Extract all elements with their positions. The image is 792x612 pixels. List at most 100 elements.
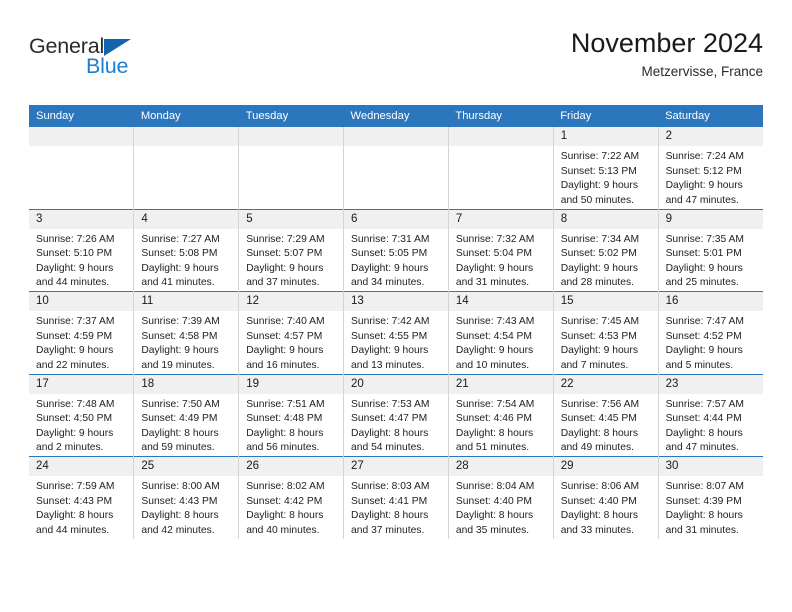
day-number: 18 — [134, 374, 239, 394]
day-number — [134, 127, 239, 146]
brand-logo[interactable]: General Blue — [29, 35, 249, 94]
calendar-day-cell[interactable]: 12 Sunrise: 7:40 AM Sunset: 4:57 PM Dayligh… — [238, 291, 344, 374]
calendar-day-cell[interactable]: 13 Sunrise: 7:42 AM Sunset: 4:55 PM Dayligh… — [343, 291, 449, 374]
calendar-day-cell-empty — [238, 127, 344, 209]
sunset-time: Sunset: 5:10 PM — [36, 248, 113, 260]
calendar-day-cell[interactable]: 3 Sunrise: 7:26 AM Sunset: 5:10 PM Daylight… — [29, 208, 134, 292]
calendar-day-cell[interactable]: 26 Sunrise: 8:02 AM Sunset: 4:42 PM Dayligh… — [238, 456, 344, 539]
daylight-duration-line1: Daylight: 9 hours — [141, 345, 219, 357]
sunset-time: Sunset: 4:52 PM — [665, 330, 742, 342]
calendar-day-cell[interactable]: 27 Sunrise: 8:03 AM Sunset: 4:41 PM Dayligh… — [343, 456, 449, 539]
daylight-duration-line2: and 31 minutes. — [665, 524, 739, 536]
day-number: 10 — [29, 292, 134, 312]
daylight-duration-line1: Daylight: 8 hours — [141, 510, 219, 522]
sunset-time: Sunset: 4:43 PM — [36, 495, 113, 507]
calendar-day-cell[interactable]: 18 Sunrise: 7:50 AM Sunset: 4:49 PM Dayligh… — [133, 373, 239, 457]
calendar-day-cell[interactable]: 9 Sunrise: 7:35 AM Sunset: 5:01 PM Daylight… — [657, 208, 763, 292]
weekday-header-sunday: Sunday — [29, 105, 134, 127]
calendar-day-cell[interactable]: 1 Sunrise: 7:22 AM Sunset: 5:13 PM Daylight… — [552, 127, 659, 209]
calendar-day-cell-empty — [29, 127, 134, 209]
weekday-header-tuesday: Tuesday — [238, 105, 344, 127]
day-number: 13 — [344, 292, 448, 312]
sunrise-time: Sunrise: 7:39 AM — [141, 316, 220, 328]
daylight-duration-line2: and 35 minutes. — [455, 524, 530, 536]
calendar-day-cell[interactable]: 5 Sunrise: 7:29 AM Sunset: 5:07 PM Daylight… — [238, 208, 344, 292]
day-number: 25 — [134, 457, 239, 477]
sunset-time: Sunset: 5:02 PM — [560, 248, 637, 260]
day-details: Sunrise: 7:56 AM Sunset: 4:45 PM Daylight:… — [554, 394, 658, 456]
page-header: General Blue November 2024 Metzervisse, … — [29, 28, 763, 100]
day-details: Sunrise: 7:27 AM Sunset: 5:08 PM Daylight:… — [134, 229, 238, 291]
daylight-duration-line1: Daylight: 8 hours — [351, 510, 429, 522]
day-details: Sunrise: 7:43 AM Sunset: 4:54 PM Daylight:… — [449, 311, 553, 373]
calendar-day-cell[interactable]: 19 Sunrise: 7:51 AM Sunset: 4:48 PM Dayligh… — [238, 373, 344, 457]
calendar-day-cell[interactable]: 21 Sunrise: 7:54 AM Sunset: 4:46 PM Dayligh… — [447, 373, 554, 457]
day-details: Sunrise: 7:47 AM Sunset: 4:52 PM Daylight:… — [659, 311, 763, 373]
calendar-day-cell[interactable]: 28 Sunrise: 8:04 AM Sunset: 4:40 PM Dayligh… — [447, 456, 554, 539]
page-subtitle: Metzervisse, France — [641, 64, 763, 80]
sunset-time: Sunset: 4:42 PM — [246, 495, 323, 507]
day-details: Sunrise: 8:07 AM Sunset: 4:39 PM Daylight:… — [659, 476, 763, 538]
sunrise-time: Sunrise: 7:51 AM — [246, 398, 325, 410]
day-number: 20 — [344, 374, 448, 394]
daylight-duration-line2: and 34 minutes. — [351, 277, 425, 289]
sunrise-time: Sunrise: 7:42 AM — [351, 316, 430, 328]
page-title: November 2024 — [570, 28, 763, 58]
calendar-day-cell[interactable]: 29 Sunrise: 8:06 AM Sunset: 4:40 PM Dayligh… — [552, 456, 659, 539]
day-details: Sunrise: 7:40 AM Sunset: 4:57 PM Daylight:… — [239, 311, 343, 373]
sunset-time: Sunset: 4:43 PM — [141, 495, 218, 507]
sunrise-time: Sunrise: 7:43 AM — [455, 316, 535, 328]
day-number: 26 — [239, 457, 344, 477]
sunrise-time: Sunrise: 7:50 AM — [141, 398, 220, 410]
sunrise-time: Sunrise: 7:37 AM — [36, 316, 115, 328]
sunset-time: Sunset: 4:46 PM — [455, 413, 533, 425]
calendar-day-cell-empty — [133, 127, 239, 209]
calendar-day-cell[interactable]: 14 Sunrise: 7:43 AM Sunset: 4:54 PM Dayligh… — [447, 291, 554, 374]
day-number: 8 — [553, 209, 658, 229]
weekday-header-thursday: Thursday — [448, 105, 554, 127]
day-number — [239, 127, 344, 146]
day-number: 23 — [658, 374, 763, 394]
calendar-day-cell[interactable]: 20 Sunrise: 7:53 AM Sunset: 4:47 PM Dayligh… — [343, 373, 449, 457]
day-number: 12 — [239, 292, 344, 312]
daylight-duration-line2: and 28 minutes. — [560, 277, 634, 289]
sunset-time: Sunset: 4:39 PM — [665, 495, 742, 507]
day-details: Sunrise: 7:42 AM Sunset: 4:55 PM Daylight:… — [344, 311, 448, 373]
daylight-duration-line1: Daylight: 8 hours — [665, 510, 743, 522]
day-details: Sunrise: 7:53 AM Sunset: 4:47 PM Daylight:… — [344, 394, 448, 456]
sunrise-time: Sunrise: 7:56 AM — [560, 398, 640, 410]
day-number: 21 — [448, 374, 553, 394]
sunrise-time: Sunrise: 7:40 AM — [246, 316, 325, 328]
daylight-duration-line1: Daylight: 8 hours — [560, 427, 638, 439]
daylight-duration-line1: Daylight: 9 hours — [351, 345, 429, 357]
calendar-day-cell[interactable]: 24 Sunrise: 7:59 AM Sunset: 4:43 PM Dayligh… — [29, 456, 134, 539]
calendar-page: General Blue November 2024 Metzervisse, … — [0, 0, 792, 612]
calendar-day-cell[interactable]: 7 Sunrise: 7:32 AM Sunset: 5:04 PM Daylight… — [447, 208, 554, 292]
calendar-day-cell[interactable]: 22 Sunrise: 7:56 AM Sunset: 4:45 PM Dayligh… — [552, 373, 659, 457]
calendar-day-cell[interactable]: 6 Sunrise: 7:31 AM Sunset: 5:05 PM Daylight… — [343, 208, 449, 292]
calendar-day-cell[interactable]: 25 Sunrise: 8:00 AM Sunset: 4:43 PM Dayligh… — [133, 456, 239, 539]
calendar-day-cell[interactable]: 15 Sunrise: 7:45 AM Sunset: 4:53 PM Dayligh… — [552, 291, 659, 374]
calendar-day-cell[interactable]: 11 Sunrise: 7:39 AM Sunset: 4:58 PM Dayligh… — [133, 291, 239, 374]
calendar-week-row: 10 Sunrise: 7:37 AM Sunset: 4:59 PM Dayligh… — [29, 291, 763, 374]
daylight-duration-line2: and 56 minutes. — [246, 442, 320, 454]
daylight-duration-line2: and 44 minutes. — [36, 524, 110, 536]
daylight-duration-line1: Daylight: 8 hours — [560, 510, 638, 522]
calendar-day-cell[interactable]: 4 Sunrise: 7:27 AM Sunset: 5:08 PM Daylight… — [133, 208, 239, 292]
daylight-duration-line1: Daylight: 9 hours — [36, 427, 114, 439]
sunset-time: Sunset: 4:40 PM — [560, 495, 637, 507]
day-details: Sunrise: 7:26 AM Sunset: 5:10 PM Daylight:… — [29, 229, 133, 291]
calendar-day-cell[interactable]: 30 Sunrise: 8:07 AM Sunset: 4:39 PM Dayligh… — [657, 456, 763, 539]
calendar-day-cell[interactable]: 23 Sunrise: 7:57 AM Sunset: 4:44 PM Dayligh… — [657, 373, 763, 457]
daylight-duration-line2: and 13 minutes. — [351, 359, 425, 371]
daylight-duration-line2: and 37 minutes. — [351, 524, 425, 536]
calendar-day-cell[interactable]: 2 Sunrise: 7:24 AM Sunset: 5:12 PM Daylight… — [657, 127, 763, 209]
sunrise-time: Sunrise: 8:06 AM — [560, 481, 640, 493]
calendar-day-cell[interactable]: 10 Sunrise: 7:37 AM Sunset: 4:59 PM Dayligh… — [29, 291, 134, 374]
calendar-day-cell[interactable]: 8 Sunrise: 7:34 AM Sunset: 5:02 PM Daylight… — [552, 208, 659, 292]
calendar-day-cell[interactable]: 17 Sunrise: 7:48 AM Sunset: 4:50 PM Dayligh… — [29, 373, 134, 457]
daylight-duration-line2: and 25 minutes. — [665, 277, 739, 289]
day-details: Sunrise: 7:31 AM Sunset: 5:05 PM Daylight:… — [344, 229, 448, 291]
weekday-header-wednesday: Wednesday — [343, 105, 449, 127]
calendar-day-cell[interactable]: 16 Sunrise: 7:47 AM Sunset: 4:52 PM Dayligh… — [657, 291, 763, 374]
